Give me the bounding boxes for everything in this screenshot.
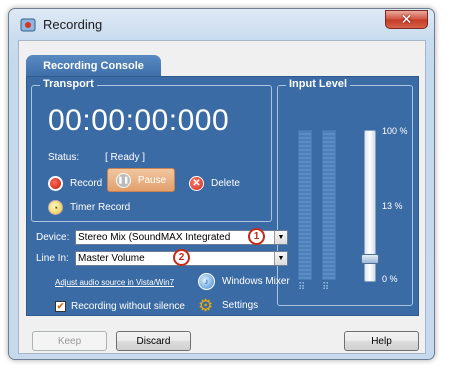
delete-icon: ✕ bbox=[189, 176, 204, 191]
delete-button[interactable]: ✕ Delete bbox=[189, 176, 240, 191]
tab-recording-console[interactable]: Recording Console bbox=[26, 55, 161, 77]
chevron-down-icon[interactable]: ▼ bbox=[274, 252, 287, 265]
line-in-label: Line In: bbox=[36, 253, 69, 264]
help-button[interactable]: Help bbox=[344, 331, 419, 351]
meter-right-marker-icon: ⠿ bbox=[322, 282, 331, 293]
callout-badge-2: 2 bbox=[173, 249, 190, 266]
record-button[interactable]: Record bbox=[48, 176, 102, 191]
recording-without-silence-label: Recording without silence bbox=[71, 301, 185, 312]
timer-icon: ◔ bbox=[48, 200, 63, 215]
input-level-group: Input Level ⠿ ⠿ 100 % 13 % 0 % bbox=[277, 78, 413, 306]
level-top-label: 100 % bbox=[382, 126, 408, 136]
recording-without-silence-checkbox[interactable]: ✔ Recording without silence bbox=[55, 301, 185, 312]
timer-record-button[interactable]: ◔ Timer Record bbox=[48, 200, 130, 215]
elapsed-time: 00:00:00:000 bbox=[48, 104, 230, 137]
timer-record-label: Timer Record bbox=[70, 202, 131, 213]
gear-icon: ⚙ bbox=[198, 296, 214, 315]
input-level-label: Input Level bbox=[286, 78, 351, 90]
pause-icon: ❚❚ bbox=[115, 172, 131, 188]
close-button[interactable]: ✕ bbox=[385, 10, 428, 29]
settings-button[interactable]: ⚙ Settings bbox=[198, 297, 258, 314]
close-icon: ✕ bbox=[400, 11, 413, 28]
record-icon bbox=[48, 176, 63, 191]
input-level-slider-thumb[interactable] bbox=[361, 253, 379, 264]
client-area: Recording Console Transport 00:00:00:000… bbox=[18, 40, 426, 354]
level-meter-left bbox=[298, 130, 312, 280]
line-in-value: Master Volume bbox=[78, 253, 145, 264]
windows-mixer-button[interactable]: ♪ Windows Mixer bbox=[198, 273, 290, 290]
window-title: Recording bbox=[43, 17, 103, 32]
level-bottom-label: 0 % bbox=[382, 274, 398, 284]
meter-left-marker-icon: ⠿ bbox=[298, 282, 307, 293]
level-mid-label: 13 % bbox=[382, 201, 403, 211]
app-icon bbox=[20, 18, 36, 32]
chevron-down-icon[interactable]: ▼ bbox=[274, 231, 287, 244]
pause-label: Pause bbox=[137, 174, 167, 186]
callout-badge-1: 1 bbox=[248, 228, 265, 245]
speaker-icon: ♪ bbox=[198, 273, 215, 290]
check-icon[interactable]: ✔ bbox=[55, 301, 66, 312]
device-value: Stereo Mix (SoundMAX Integrated bbox=[78, 232, 231, 243]
delete-label: Delete bbox=[211, 178, 240, 189]
device-label: Device: bbox=[36, 232, 70, 243]
transport-group: Transport 00:00:00:000 Status: [ Ready ]… bbox=[31, 78, 272, 222]
status-label: Status: bbox=[48, 152, 80, 163]
title-bar[interactable]: Recording ✕ bbox=[9, 9, 434, 39]
transport-label: Transport bbox=[40, 78, 97, 90]
record-label: Record bbox=[70, 178, 103, 189]
pause-button[interactable]: ❚❚ Pause bbox=[107, 168, 175, 192]
discard-button[interactable]: Discard bbox=[116, 331, 191, 351]
windows-mixer-label: Windows Mixer bbox=[222, 276, 290, 287]
settings-label: Settings bbox=[222, 300, 259, 311]
status-value: [ Ready ] bbox=[105, 152, 146, 163]
console-panel: Transport 00:00:00:000 Status: [ Ready ]… bbox=[26, 76, 419, 316]
adjust-audio-source-link[interactable]: Adjust audio source in Vista/Win7 bbox=[55, 278, 174, 287]
recording-window: Recording ✕ Recording Console Transport … bbox=[8, 8, 435, 360]
level-meter-right bbox=[322, 130, 336, 280]
keep-button[interactable]: Keep bbox=[32, 331, 107, 351]
